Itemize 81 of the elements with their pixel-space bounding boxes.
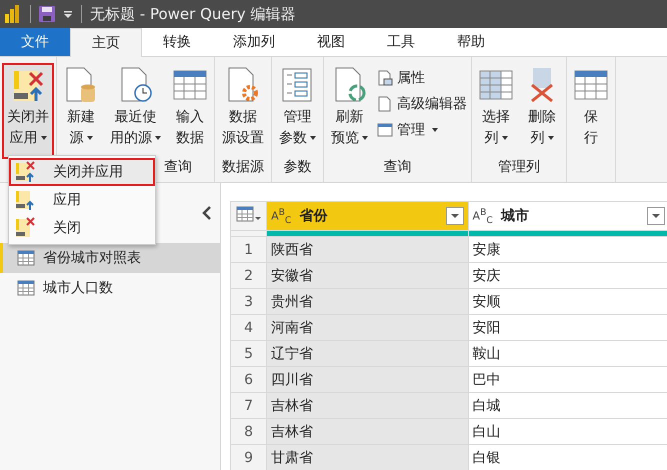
- ribbon-button[interactable]: 关闭并 应用: [4, 65, 52, 157]
- table-cell: 吉林省: [266, 392, 468, 418]
- ribbon-tab[interactable]: 视图: [296, 28, 366, 56]
- ribbon-tab[interactable]: 工具: [366, 28, 436, 56]
- list-icon: [280, 67, 314, 103]
- row-number: 7: [230, 392, 267, 418]
- bar-chart-icon: [4, 4, 22, 24]
- close-apply-icon: [15, 161, 35, 183]
- ribbon-button[interactable]: 输入 数据: [170, 65, 210, 157]
- table-cell: 安康: [468, 236, 667, 262]
- table-cell: 安阳: [468, 314, 667, 340]
- row-number: 4: [230, 314, 267, 340]
- row-number: 3: [230, 288, 267, 314]
- row-number: 5: [230, 340, 267, 366]
- close-icon: [15, 217, 35, 239]
- table-cell: 辽宁省: [266, 340, 468, 366]
- query-item[interactable]: 城市人口数: [0, 273, 220, 303]
- ribbon-button[interactable]: 新建 源: [61, 65, 101, 157]
- ribbon-button[interactable]: 数据 源设置: [219, 65, 267, 157]
- row-number: 2: [230, 262, 267, 288]
- table-icon: [17, 280, 35, 296]
- ribbon-button[interactable]: 保 行: [571, 65, 611, 157]
- ribbon-tab[interactable]: 文件: [0, 28, 70, 56]
- ribbon-tab[interactable]: 转换: [142, 28, 212, 56]
- ribbon-button[interactable]: 管理: [377, 119, 467, 141]
- column-header[interactable]: A$^{B}$$_{C}$ 城市: [468, 202, 667, 230]
- row-number: 8: [230, 418, 267, 444]
- window-title: 无标题 - Power Query 编辑器: [90, 4, 296, 24]
- table-cell: 安顺: [468, 288, 667, 314]
- group-label: 数据源: [222, 159, 264, 175]
- row-number: 6: [230, 366, 267, 392]
- table-icon: [17, 250, 35, 266]
- ribbon-button[interactable]: 管理 参数: [276, 65, 319, 157]
- apply-icon: [15, 189, 35, 211]
- table-menu-button[interactable]: [230, 202, 267, 230]
- dropdown-icon[interactable]: [647, 207, 665, 225]
- recent-source-icon: [118, 67, 152, 103]
- table-cell: 鞍山: [468, 340, 667, 366]
- caret-icon[interactable]: [63, 9, 73, 19]
- table-cell: 白城: [468, 392, 667, 418]
- group-label: 查询: [384, 159, 412, 175]
- column-header[interactable]: A$^{B}$$_{C}$ 省份: [266, 202, 468, 230]
- ribbon-button[interactable]: 删除 列: [522, 65, 562, 157]
- ribbon-button[interactable]: 选择 列: [476, 65, 516, 157]
- row-number: 9: [230, 444, 267, 470]
- document-icon: [377, 96, 393, 112]
- settings-document-icon: [226, 67, 260, 103]
- table-cell: 吉林省: [266, 418, 468, 444]
- table-cell: 白山: [468, 418, 667, 444]
- save-icon[interactable]: [39, 6, 55, 22]
- table-icon: [236, 206, 262, 222]
- table-cell: 河南省: [266, 314, 468, 340]
- table-cell: 巴中: [468, 366, 667, 392]
- ribbon-button[interactable]: 属性: [377, 67, 467, 89]
- query-item[interactable]: 省份城市对照表: [0, 243, 220, 273]
- menu-item[interactable]: 关闭并应用: [9, 158, 155, 186]
- new-source-icon: [64, 67, 98, 103]
- ribbon-button[interactable]: 最近使 用的源: [107, 65, 164, 157]
- dropdown-icon[interactable]: [446, 207, 464, 225]
- table-cell: 白银: [468, 444, 667, 470]
- menu-item[interactable]: 关闭: [9, 214, 155, 242]
- table-cell: 贵州省: [266, 288, 468, 314]
- table-cell: 安庆: [468, 262, 667, 288]
- row-number: 1: [230, 236, 267, 262]
- table-cell: 陕西省: [266, 236, 468, 262]
- properties-icon: [377, 70, 393, 86]
- table-cell: 四川省: [266, 366, 468, 392]
- ribbon-button[interactable]: 高级编辑器: [377, 93, 467, 115]
- ribbon-tab[interactable]: 添加列: [212, 28, 296, 56]
- table-cell: 甘肃省: [266, 444, 468, 470]
- collapse-icon[interactable]: [202, 206, 212, 220]
- table-cell: 安徽省: [266, 262, 468, 288]
- group-label: 参数: [284, 159, 312, 175]
- group-label: 查询: [164, 159, 192, 175]
- table-icon: [377, 122, 393, 138]
- menu-item[interactable]: 应用: [9, 186, 155, 214]
- ribbon-button[interactable]: 刷新 预览: [328, 65, 371, 157]
- ribbon-tab[interactable]: 帮助: [436, 28, 506, 56]
- ribbon-tab[interactable]: 主页: [70, 28, 142, 57]
- group-label: 管理列: [498, 159, 540, 175]
- refresh-document-icon: [332, 67, 366, 103]
